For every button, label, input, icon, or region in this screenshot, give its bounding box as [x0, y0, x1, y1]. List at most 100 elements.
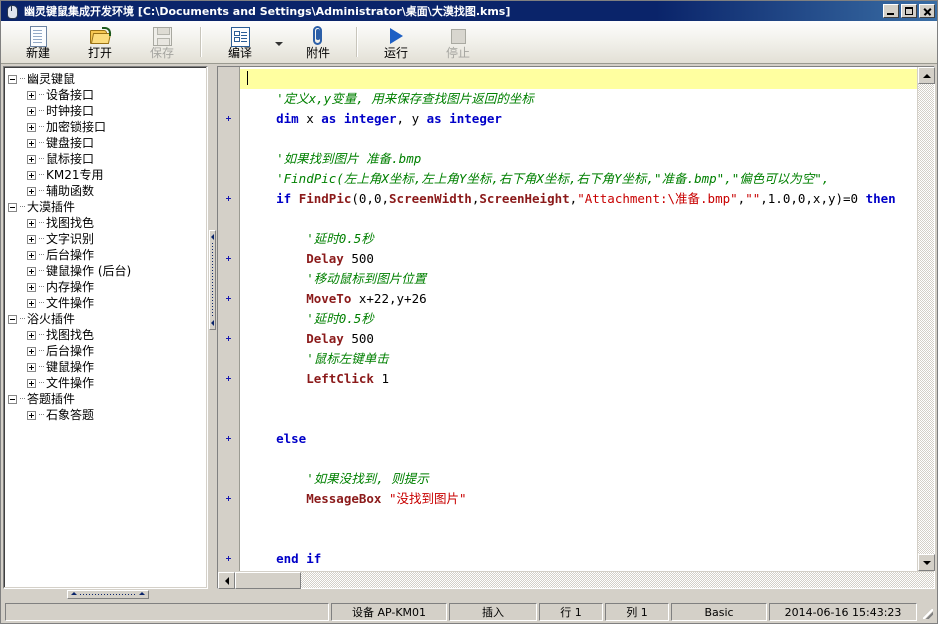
tree-item-1-4[interactable]: 内存操作 [8, 279, 207, 295]
code-line[interactable]: '定义x,y变量, 用来保存查找图片返回的坐标 [240, 89, 917, 109]
open-button[interactable]: 打开 [69, 21, 131, 63]
tree-item-0-4[interactable]: 鼠标接口 [8, 151, 207, 167]
tree-expander-icon[interactable] [27, 90, 36, 100]
code-line[interactable]: '如果没找到, 则提示 [240, 469, 917, 489]
tree-item-0-6[interactable]: 辅助函数 [8, 183, 207, 199]
code-line[interactable]: '延时0.5秒 [240, 309, 917, 329]
breakpoint-marker-icon[interactable] [226, 436, 231, 441]
scroll-left-button[interactable] [218, 572, 235, 589]
scroll-down-button[interactable] [918, 554, 935, 571]
tree-item-1-1[interactable]: 文字识别 [8, 231, 207, 247]
tree-item-0-0[interactable]: 设备接口 [8, 87, 207, 103]
vertical-splitter[interactable] [208, 66, 217, 589]
vertical-splitter-grip[interactable] [209, 230, 216, 330]
new-button[interactable]: 新建 [7, 21, 69, 63]
code-line[interactable]: '鼠标左键单击 [240, 349, 917, 369]
attachment-button[interactable]: 附件 [287, 21, 349, 63]
vertical-scroll-track[interactable] [918, 84, 934, 554]
breakpoint-marker-icon[interactable] [226, 376, 231, 381]
maximize-button[interactable] [901, 4, 917, 18]
code-line[interactable] [240, 509, 917, 529]
code-text-area[interactable]: '定义x,y变量, 用来保存查找图片返回的坐标 dim x as integer… [240, 67, 917, 571]
tree-expander-icon[interactable] [8, 394, 17, 404]
tree-expander-icon[interactable] [27, 378, 36, 388]
code-line[interactable]: '移动鼠标到图片位置 [240, 269, 917, 289]
tree-group-2[interactable]: 浴火插件 [8, 311, 207, 327]
tree-expander-icon[interactable] [27, 170, 36, 180]
tree-expander-icon[interactable] [8, 202, 17, 212]
code-line[interactable]: Delay 500 [240, 329, 917, 349]
tree-expander-icon[interactable] [8, 314, 17, 324]
tree-item-0-1[interactable]: 时钟接口 [8, 103, 207, 119]
tree-expander-icon[interactable] [27, 234, 36, 244]
breakpoint-marker-icon[interactable] [226, 116, 231, 121]
compile-dropdown-button[interactable] [271, 21, 287, 63]
tree-expander-icon[interactable] [27, 298, 36, 308]
code-line[interactable] [240, 129, 917, 149]
breakpoint-marker-icon[interactable] [226, 296, 231, 301]
tree-expander-icon[interactable] [27, 106, 36, 116]
tree-group-3[interactable]: 答题插件 [8, 391, 207, 407]
tree-group-0[interactable]: 幽灵键鼠 [8, 71, 207, 87]
tree-item-2-0[interactable]: 找图找色 [8, 327, 207, 343]
tree-expander-icon[interactable] [27, 282, 36, 292]
horizontal-scroll-thumb[interactable] [235, 572, 301, 589]
breakpoint-marker-icon[interactable] [226, 256, 231, 261]
code-line[interactable]: '如果找到图片 准备.bmp [240, 149, 917, 169]
function-tree-panel[interactable]: 幽灵键鼠 设备接口 时钟接口 加密锁接口 键盘接口 鼠标接口 KM21专用 辅助函数 大漠插件找… [3, 66, 208, 589]
compile-button[interactable]: 编译 [209, 21, 271, 63]
code-line[interactable]: Delay 500 [240, 249, 917, 269]
code-line[interactable]: MoveTo x+22,y+26 [240, 289, 917, 309]
code-line[interactable]: end if [240, 549, 917, 569]
tree-expander-icon[interactable] [27, 330, 36, 340]
code-line[interactable] [240, 389, 917, 409]
run-button[interactable]: 运行 [365, 21, 427, 63]
code-line[interactable] [240, 409, 917, 429]
tree-item-1-5[interactable]: 文件操作 [8, 295, 207, 311]
scroll-up-button[interactable] [918, 67, 935, 84]
tree-item-0-3[interactable]: 键盘接口 [8, 135, 207, 151]
tree-item-0-5[interactable]: KM21专用 [8, 167, 207, 183]
code-line[interactable] [240, 69, 917, 89]
code-line[interactable] [240, 209, 917, 229]
tree-item-2-2[interactable]: 键鼠操作 [8, 359, 207, 375]
close-button[interactable] [919, 4, 935, 18]
code-line[interactable]: LeftClick 1 [240, 369, 917, 389]
tree-group-1[interactable]: 大漠插件 [8, 199, 207, 215]
tree-expander-icon[interactable] [27, 346, 36, 356]
resize-grip-icon[interactable] [919, 603, 935, 621]
tree-expander-icon[interactable] [27, 186, 36, 196]
breakpoint-marker-icon[interactable] [226, 336, 231, 341]
horizontal-splitter-grip[interactable] [67, 590, 149, 599]
breakpoint-marker-icon[interactable] [226, 556, 231, 561]
editor-horizontal-scrollbar[interactable] [218, 571, 934, 589]
minimize-button[interactable] [883, 4, 899, 18]
tree-expander-icon[interactable] [27, 138, 36, 148]
tree-expander-icon[interactable] [27, 154, 36, 164]
tree-expander-icon[interactable] [8, 74, 17, 84]
tree-item-1-3[interactable]: 键鼠操作 (后台) [8, 263, 207, 279]
tree-item-0-2[interactable]: 加密锁接口 [8, 119, 207, 135]
code-line[interactable] [240, 449, 917, 469]
code-line[interactable]: 'FindPic(左上角X坐标,左上角Y坐标,右下角X坐标,右下角Y坐标,"准备… [240, 169, 917, 189]
code-line[interactable]: '延时0.5秒 [240, 229, 917, 249]
breakpoint-marker-icon[interactable] [226, 496, 231, 501]
tree-item-1-2[interactable]: 后台操作 [8, 247, 207, 263]
code-line[interactable] [240, 529, 917, 549]
code-line[interactable]: dim x as integer, y as integer [240, 109, 917, 129]
horizontal-scroll-track[interactable] [301, 572, 934, 588]
tree-expander-icon[interactable] [27, 218, 36, 228]
tree-expander-icon[interactable] [27, 410, 36, 420]
tree-item-2-1[interactable]: 后台操作 [8, 343, 207, 359]
tree-expander-icon[interactable] [27, 266, 36, 276]
code-line[interactable]: MessageBox "没找到图片" [240, 489, 917, 509]
breakpoint-marker-icon[interactable] [226, 196, 231, 201]
tree-expander-icon[interactable] [27, 250, 36, 260]
tree-item-3-0[interactable]: 石象答题 [8, 407, 207, 423]
editor-gutter[interactable] [218, 67, 240, 571]
tree-item-1-0[interactable]: 找图找色 [8, 215, 207, 231]
tree-expander-icon[interactable] [27, 122, 36, 132]
tree-item-2-3[interactable]: 文件操作 [8, 375, 207, 391]
horizontal-splitter[interactable] [1, 589, 937, 601]
code-line[interactable]: else [240, 429, 917, 449]
